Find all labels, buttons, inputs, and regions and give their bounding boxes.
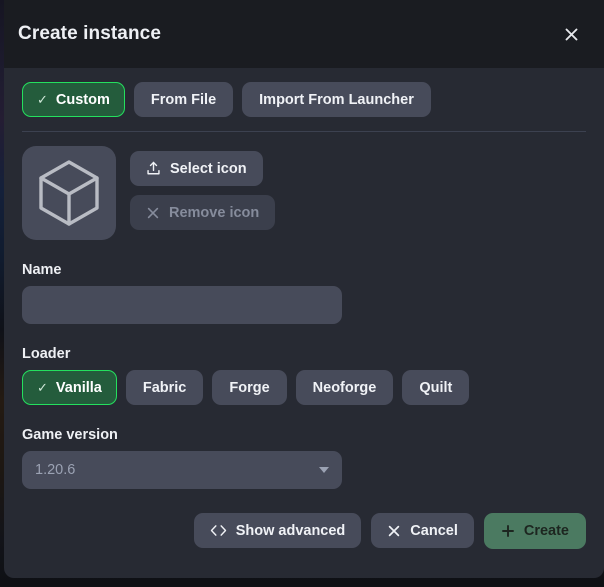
code-brackets-icon (210, 524, 227, 537)
tab-custom-label: Custom (55, 91, 110, 108)
cancel-button[interactable]: Cancel (371, 513, 474, 548)
dialog-footer: Show advanced Cancel Create (4, 489, 604, 549)
create-instance-dialog: Create instance ✓ Custom From File Impor… (4, 0, 604, 578)
loader-label: Loader (22, 346, 71, 362)
source-tabs: ✓ Custom From File Import From Launcher (22, 68, 586, 117)
tab-from-file-label: From File (150, 91, 217, 108)
tab-import-from-launcher-label: Import From Launcher (259, 91, 414, 108)
loader-option-vanilla[interactable]: ✓ Vanilla (22, 370, 117, 405)
page-title: Create instance (18, 23, 162, 44)
upload-icon (146, 161, 161, 176)
loader-option-quilt-label: Quilt (419, 379, 453, 396)
icon-section: Select icon Remove icon (22, 132, 586, 240)
create-label: Create (523, 523, 569, 539)
loader-option-vanilla-label: Vanilla (55, 379, 102, 396)
chevron-down-icon (319, 467, 329, 473)
name-input[interactable] (22, 286, 342, 324)
loader-option-neoforge-label: Neoforge (312, 379, 377, 396)
loader-option-fabric-label: Fabric (142, 379, 187, 396)
close-icon[interactable] (556, 19, 586, 49)
create-button[interactable]: Create (483, 513, 586, 549)
show-advanced-button[interactable]: Show advanced (193, 513, 362, 548)
check-icon: ✓ (37, 91, 48, 107)
loader-option-neoforge[interactable]: Neoforge (295, 370, 394, 405)
show-advanced-label: Show advanced (235, 522, 346, 539)
loader-option-forge-label: Forge (229, 379, 270, 396)
loader-option-quilt[interactable]: Quilt (402, 370, 470, 405)
icon-actions: Select icon Remove icon (130, 146, 276, 230)
loader-option-forge[interactable]: Forge (212, 370, 287, 405)
remove-icon-label: Remove icon (169, 204, 260, 221)
name-label: Name (22, 262, 62, 278)
cancel-label: Cancel (410, 522, 458, 539)
tab-from-file[interactable]: From File (133, 82, 234, 117)
game-version-select[interactable]: 1.20.6 (22, 451, 342, 489)
select-icon-button[interactable]: Select icon (130, 151, 263, 186)
dialog-titlebar: Create instance (4, 0, 604, 68)
instance-icon-preview[interactable] (22, 146, 116, 240)
close-icon (387, 524, 401, 538)
game-version-label: Game version (22, 427, 118, 443)
select-icon-label: Select icon (170, 160, 247, 177)
loader-option-fabric[interactable]: Fabric (125, 370, 204, 405)
tab-import-from-launcher[interactable]: Import From Launcher (242, 82, 431, 117)
cube-icon (39, 160, 99, 226)
tab-custom[interactable]: ✓ Custom (22, 82, 125, 117)
game-version-value: 1.20.6 (35, 462, 76, 478)
dialog-body: ✓ Custom From File Import From Launcher (4, 68, 604, 489)
plus-icon (501, 524, 515, 538)
close-icon (146, 206, 160, 220)
check-icon: ✓ (37, 379, 48, 395)
remove-icon-button[interactable]: Remove icon (130, 195, 276, 230)
loader-options: ✓ Vanilla Fabric Forge Neoforge Quilt (22, 370, 586, 405)
